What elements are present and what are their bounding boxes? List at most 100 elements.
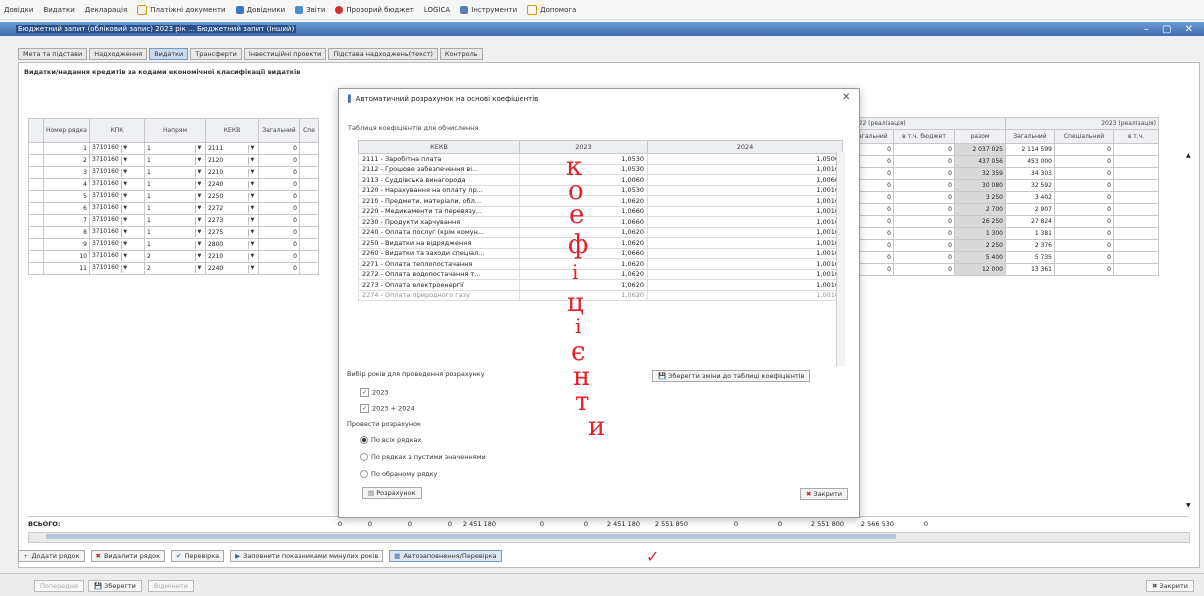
cell-r-budget[interactable]: 0 (893, 155, 955, 168)
dropdown-icon[interactable]: ▼ (247, 180, 256, 189)
coef-row[interactable]: 2274 - Оплата природного газу 1,0620 1,001… (358, 289, 843, 301)
cell-direction[interactable]: 1 ▼ (143, 238, 206, 251)
row-selector[interactable] (28, 166, 44, 179)
grid-scroll-down-icon[interactable]: ▼ (1186, 502, 1191, 509)
coef-row[interactable]: 2273 - Оплата електроенергії 1,0620 1,0010 (358, 279, 843, 291)
table-row[interactable]: 001 300 1 381 0 (848, 227, 1159, 240)
dropdown-icon[interactable]: ▼ (194, 228, 203, 237)
coef-cell-2024[interactable]: 1,0500 (647, 153, 843, 165)
coef-cell-2024[interactable]: 1,0010 (647, 268, 843, 280)
coef-row[interactable]: 2210 - Предмети, матеріали, обл... 1,0620… (358, 195, 843, 207)
cell-direction[interactable]: 1 ▼ (143, 190, 206, 203)
coef-row[interactable]: 2260 - Видатки та заходи спеціал... 1,066… (358, 247, 843, 259)
row-selector[interactable] (28, 142, 44, 155)
coef-row[interactable]: 2112 - Грошове забезпечення ві... 1,0530 1… (358, 163, 843, 175)
cell-kpk[interactable]: 3710160 ▼ (88, 226, 145, 239)
cell-r-budget[interactable]: 0 (893, 251, 955, 264)
cell-r-incl[interactable] (1113, 263, 1159, 276)
table-row[interactable]: 11 3710160 ▼ 2 ▼ 2240 ▼ 0 (28, 262, 319, 275)
dropdown-icon[interactable]: ▼ (247, 192, 256, 201)
row-selector[interactable] (28, 190, 44, 203)
dropdown-icon[interactable]: ▼ (120, 157, 129, 165)
cell-direction[interactable]: 1 ▼ (143, 226, 206, 239)
cell-kpk[interactable]: 3710160 ▼ (88, 202, 145, 215)
cell-r-special-2023[interactable]: 0 (1054, 203, 1114, 216)
cell-r-budget[interactable]: 0 (893, 239, 955, 252)
cell-r-budget[interactable]: 0 (893, 227, 955, 240)
cell-direction[interactable]: 1 ▼ (143, 178, 206, 191)
table-row[interactable]: 4 3710160 ▼ 1 ▼ 2240 ▼ 0 (28, 178, 319, 191)
cell-direction[interactable]: 2 ▼ (143, 250, 206, 263)
dropdown-icon[interactable]: ▼ (120, 265, 129, 273)
cell-kekv[interactable]: 2250 ▼ (204, 190, 259, 203)
cell-general[interactable]: 0 (257, 226, 300, 239)
tab-income-basis[interactable]: Підстава надходжень(текст) (328, 48, 438, 60)
dropdown-icon[interactable]: ▼ (194, 240, 203, 249)
dropdown-icon[interactable]: ▼ (120, 145, 129, 153)
cell-special[interactable] (298, 262, 319, 275)
cell-direction[interactable]: 1 ▼ (143, 214, 206, 227)
row-selector[interactable] (28, 178, 44, 191)
cancel-button[interactable]: Відмінити (148, 580, 194, 592)
cell-special[interactable] (298, 238, 319, 251)
coef-cell-2024[interactable]: 1,0010 (647, 163, 843, 175)
cell-r-budget[interactable]: 0 (893, 215, 955, 228)
table-row[interactable]: 002 037 025 2 114 599 0 (848, 143, 1159, 156)
dropdown-icon[interactable]: ▼ (120, 253, 129, 261)
cell-direction[interactable]: 1 ▼ (143, 142, 206, 155)
coef-row[interactable]: 2120 - Нарахування на оплату пр... 1,0530… (358, 184, 843, 196)
cell-kekv[interactable]: 2210 ▼ (204, 250, 259, 263)
cell-r-general-2023[interactable]: 34 303 (1005, 167, 1055, 180)
tab-expenses[interactable]: Видатки (149, 48, 189, 60)
cell-general[interactable]: 0 (257, 154, 300, 167)
dropdown-icon[interactable]: ▼ (120, 229, 129, 237)
table-row[interactable]: 2 3710160 ▼ 1 ▼ 2120 ▼ 0 (28, 154, 319, 167)
dropdown-icon[interactable]: ▼ (120, 181, 129, 189)
row-selector[interactable] (28, 226, 44, 239)
dropdown-icon[interactable]: ▼ (194, 216, 203, 225)
cell-general[interactable]: 0 (257, 202, 300, 215)
coef-cell-2024[interactable]: 1,0060 (647, 174, 843, 186)
grid-scroll-up-icon[interactable]: ▲ (1186, 152, 1191, 159)
table-row[interactable]: 8 3710160 ▼ 1 ▼ 2275 ▼ 0 (28, 226, 319, 239)
dropdown-icon[interactable]: ▼ (247, 216, 256, 225)
row-selector[interactable] (28, 250, 44, 263)
year-2023-2024-checkbox[interactable]: ✓ 2023 + 2024 (360, 404, 415, 413)
cell-general[interactable]: 0 (257, 214, 300, 227)
table-row[interactable]: 6 3710160 ▼ 1 ▼ 2272 ▼ 0 (28, 202, 319, 215)
menu-item-help[interactable]: Допомога (527, 4, 576, 15)
cell-r-special-2023[interactable]: 0 (1054, 191, 1114, 204)
dropdown-icon[interactable]: ▼ (120, 205, 129, 213)
coef-row[interactable]: 2240 - Оплата послуг (крім комун... 1,062… (358, 226, 843, 238)
cell-kpk[interactable]: 3710160 ▼ (88, 190, 145, 203)
tab-goals[interactable]: Мета та підстави (18, 48, 88, 60)
cell-kekv[interactable]: 2111 ▼ (204, 142, 259, 155)
cell-special[interactable] (298, 178, 319, 191)
cell-kpk[interactable]: 3710160 ▼ (88, 166, 145, 179)
table-row[interactable]: 0 0 437 056 453 000 0 (848, 155, 1159, 168)
cell-general[interactable]: 0 (257, 250, 300, 263)
cell-kpk[interactable]: 3710160 ▼ (88, 154, 145, 167)
dropdown-icon[interactable]: ▼ (194, 252, 203, 261)
cell-r-budget[interactable]: 0 (893, 167, 955, 180)
cell-kpk[interactable]: 3710160 ▼ (88, 262, 145, 275)
menu-item-references[interactable]: Довідники (235, 5, 285, 14)
autofill-button[interactable]: ▦ Автозаповнення/Перевірка (389, 550, 502, 562)
cell-r-special-2023[interactable]: 0 (1054, 143, 1114, 156)
table-row[interactable]: 5 3710160 ▼ 1 ▼ 2250 ▼ 0 (28, 190, 319, 203)
cell-general[interactable]: 0 (257, 166, 300, 179)
cell-r-special-2023[interactable]: 0 (1054, 227, 1114, 240)
cell-special[interactable] (298, 226, 319, 239)
row-selector[interactable] (28, 154, 44, 167)
cell-general[interactable]: 0 (257, 178, 300, 191)
dropdown-icon[interactable]: ▼ (194, 204, 203, 213)
table-row[interactable]: 003 250 3 402 0 (848, 191, 1159, 204)
cell-r-special-2023[interactable]: 0 (1054, 239, 1114, 252)
cell-direction[interactable]: 2 ▼ (143, 262, 206, 275)
row-selector[interactable] (28, 238, 44, 251)
cell-r-general-2023[interactable]: 2 907 (1005, 203, 1055, 216)
cell-kpk[interactable]: 3710160 ▼ (88, 214, 145, 227)
save-coefficients-button[interactable]: 💾 Зберегти зміни до таблиці коефіцієнтів (652, 370, 811, 382)
cell-kekv[interactable]: 2800 ▼ (204, 238, 259, 251)
menu-item-payments[interactable]: Платіжні документи (137, 4, 226, 15)
